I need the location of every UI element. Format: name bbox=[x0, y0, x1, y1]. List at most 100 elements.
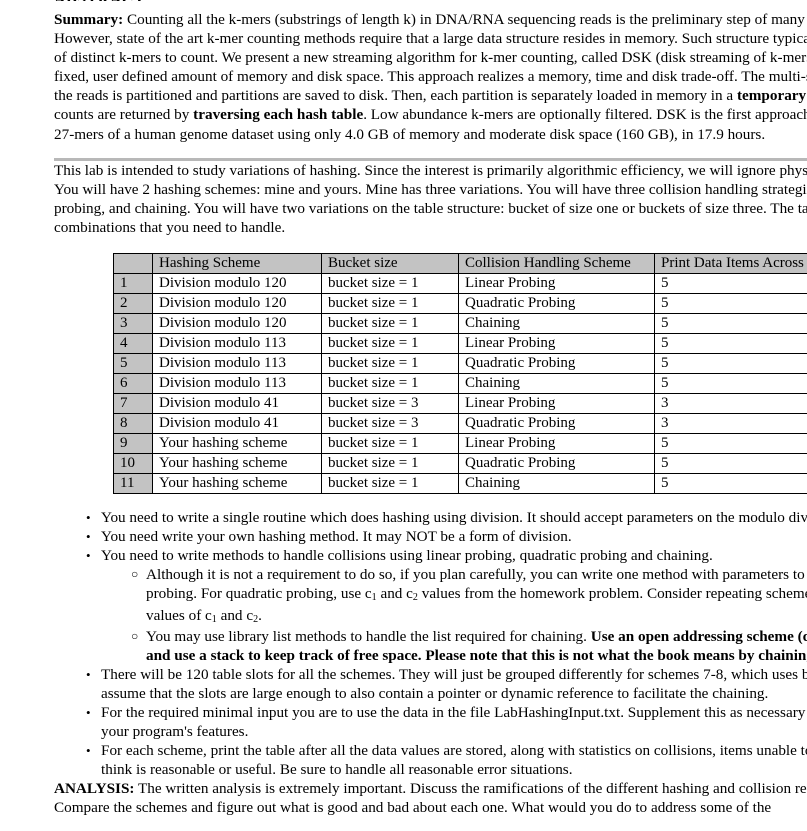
cell-scheme: Division modulo 41 bbox=[152, 393, 322, 415]
subscript-c2-first: 2 bbox=[412, 592, 418, 604]
summary-text-part-1: Counting all the k-mers (substrings of l… bbox=[54, 11, 807, 105]
cell-index: 6 bbox=[113, 373, 153, 395]
list-item: • You need to write a single routine whi… bbox=[54, 508, 807, 527]
list-item-label: You need to write a single routine which… bbox=[101, 509, 807, 527]
sub-bullet-icon: ○ bbox=[131, 567, 139, 582]
bullet-icon: • bbox=[86, 666, 91, 682]
cell-collision: Quadratic Probing bbox=[458, 453, 655, 475]
subscript-c1-second: 1 bbox=[211, 613, 217, 625]
bullet-icon: • bbox=[86, 743, 91, 759]
table-row: 3 Division modulo 120 bucket size = 1 Chain… bbox=[113, 313, 807, 335]
cell-print: 5 bbox=[654, 313, 807, 335]
cell-print: 5 bbox=[654, 353, 807, 375]
analysis-label: ANALYSIS: bbox=[54, 780, 135, 798]
list-item: • For each scheme, print the table after… bbox=[54, 741, 807, 779]
cell-index: 9 bbox=[113, 433, 153, 455]
requirements-list: • You need to write a single routine whi… bbox=[54, 508, 807, 779]
list-item-label: You need to write methods to handle coll… bbox=[101, 547, 713, 565]
cell-scheme: Division modulo 113 bbox=[152, 353, 322, 375]
summary-bold-traversing-each-hash-table: traversing each hash table bbox=[193, 106, 364, 124]
cell-scheme: Division modulo 113 bbox=[152, 333, 322, 355]
cell-bucket: bucket size = 3 bbox=[321, 393, 459, 415]
cell-print: 3 bbox=[654, 413, 807, 435]
cell-collision: Quadratic Probing bbox=[458, 293, 655, 315]
cell-print: 5 bbox=[654, 453, 807, 475]
cell-bucket: bucket size = 1 bbox=[321, 453, 459, 475]
lab-intro-paragraph: This lab is intended to study variations… bbox=[54, 161, 807, 236]
sub-item-text-5: . bbox=[258, 606, 262, 624]
header-bucket: Bucket size bbox=[321, 253, 459, 275]
sub-bullet-icon: ○ bbox=[131, 628, 139, 643]
sub-item-text-4: and c bbox=[216, 606, 254, 624]
bullet-icon: • bbox=[86, 704, 91, 720]
chaining-text-intro: You may use library list methods to hand… bbox=[146, 627, 591, 645]
list-item: • You need write your own hashing method… bbox=[54, 527, 807, 546]
cell-index: 4 bbox=[113, 333, 153, 355]
abstract-heading: ABSTRACT bbox=[54, 0, 807, 1]
cell-print: 5 bbox=[654, 433, 807, 455]
bullet-icon: • bbox=[86, 548, 91, 564]
abstract-summary-paragraph: Summary: Counting all the k-mers (substr… bbox=[54, 10, 807, 144]
cell-index: 2 bbox=[113, 293, 153, 315]
summary-bold-temporary-hash-table: temporary hash table bbox=[736, 87, 807, 105]
cell-collision: Linear Probing bbox=[458, 393, 655, 415]
cell-index: 7 bbox=[113, 393, 153, 415]
list-item-label: You need write your own hashing method. … bbox=[101, 528, 572, 546]
header-scheme: Hashing Scheme bbox=[152, 253, 322, 275]
table-row: 8 Division modulo 41 bucket size = 3 Quadra… bbox=[113, 413, 807, 435]
table-row: 11 Your hashing scheme bucket size = 1 Chai… bbox=[113, 473, 807, 495]
analysis-text: The written analysis is extremely import… bbox=[54, 780, 807, 817]
table-body: 1 Division modulo 120 bucket size = 1 Linea… bbox=[113, 273, 807, 495]
table-row: 9 Your hashing scheme bucket size = 1 Linea… bbox=[113, 433, 807, 455]
bullet-icon: • bbox=[86, 529, 91, 545]
cell-bucket: bucket size = 1 bbox=[321, 273, 459, 295]
table-row: 1 Division modulo 120 bucket size = 1 Linea… bbox=[113, 273, 807, 295]
cell-bucket: bucket size = 1 bbox=[321, 373, 459, 395]
subscript-c1-first: 1 bbox=[371, 592, 377, 604]
cell-collision: Linear Probing bbox=[458, 333, 655, 355]
table-row: 4 Division modulo 113 bucket size = 1 Linea… bbox=[113, 333, 807, 355]
cell-scheme: Your hashing scheme bbox=[152, 473, 322, 495]
cell-bucket: bucket size = 1 bbox=[321, 473, 459, 495]
combinations-table: Hashing Scheme Bucket size Collision Han… bbox=[113, 253, 807, 495]
document-page: ABSTRACT Summary: Counting all the k-mer… bbox=[0, 0, 807, 818]
sub-list-item: ○ Although it is not a requirement to do… bbox=[101, 565, 807, 626]
cell-bucket: bucket size = 1 bbox=[321, 293, 459, 315]
sub-list-item: ○ You may use library list methods to ha… bbox=[101, 627, 807, 665]
analysis-paragraph: ANALYSIS: The written analysis is extrem… bbox=[54, 779, 807, 817]
header-print: Print Data Items Across bbox=[654, 253, 807, 275]
cell-index: 11 bbox=[113, 473, 153, 495]
cell-print: 5 bbox=[654, 333, 807, 355]
cell-scheme: Division modulo 120 bbox=[152, 273, 322, 295]
table-row: 10 Your hashing scheme bucket size = 1 Quad… bbox=[113, 453, 807, 475]
table-row: 2 Division modulo 120 bucket size = 1 Quadr… bbox=[113, 293, 807, 315]
cell-collision: Chaining bbox=[458, 473, 655, 495]
bullet-icon: • bbox=[86, 510, 91, 526]
cell-index: 3 bbox=[113, 313, 153, 335]
combinations-table-wrapper: Hashing Scheme Bucket size Collision Han… bbox=[113, 253, 807, 495]
cell-index: 5 bbox=[113, 353, 153, 375]
cell-scheme: Division modulo 41 bbox=[152, 413, 322, 435]
cell-print: 5 bbox=[654, 273, 807, 295]
cell-collision: Quadratic Probing bbox=[458, 353, 655, 375]
cell-print: 3 bbox=[654, 393, 807, 415]
cell-collision: Chaining bbox=[458, 313, 655, 335]
cell-scheme: Division modulo 113 bbox=[152, 373, 322, 395]
table-header: Hashing Scheme Bucket size Collision Han… bbox=[113, 253, 807, 275]
cell-index: 1 bbox=[113, 273, 153, 295]
cell-bucket: bucket size = 1 bbox=[321, 353, 459, 375]
cell-index: 8 bbox=[113, 413, 153, 435]
cell-bucket: bucket size = 1 bbox=[321, 333, 459, 355]
list-item-label: There will be 120 table slots for all th… bbox=[101, 665, 807, 702]
cell-print: 5 bbox=[654, 293, 807, 315]
table-row: 6 Division modulo 113 bucket size = 1 Chain… bbox=[113, 373, 807, 395]
cell-scheme: Your hashing scheme bbox=[152, 433, 322, 455]
cell-collision: Linear Probing bbox=[458, 433, 655, 455]
cell-print: 5 bbox=[654, 373, 807, 395]
list-item: • You need to write methods to handle co… bbox=[54, 546, 807, 665]
collision-sub-list: ○ Although it is not a requirement to do… bbox=[101, 565, 807, 664]
table-row: 7 Division modulo 41 bucket size = 3 Linear… bbox=[113, 393, 807, 415]
cell-collision: Chaining bbox=[458, 373, 655, 395]
cell-scheme: Division modulo 120 bbox=[152, 313, 322, 335]
header-index bbox=[113, 253, 153, 275]
